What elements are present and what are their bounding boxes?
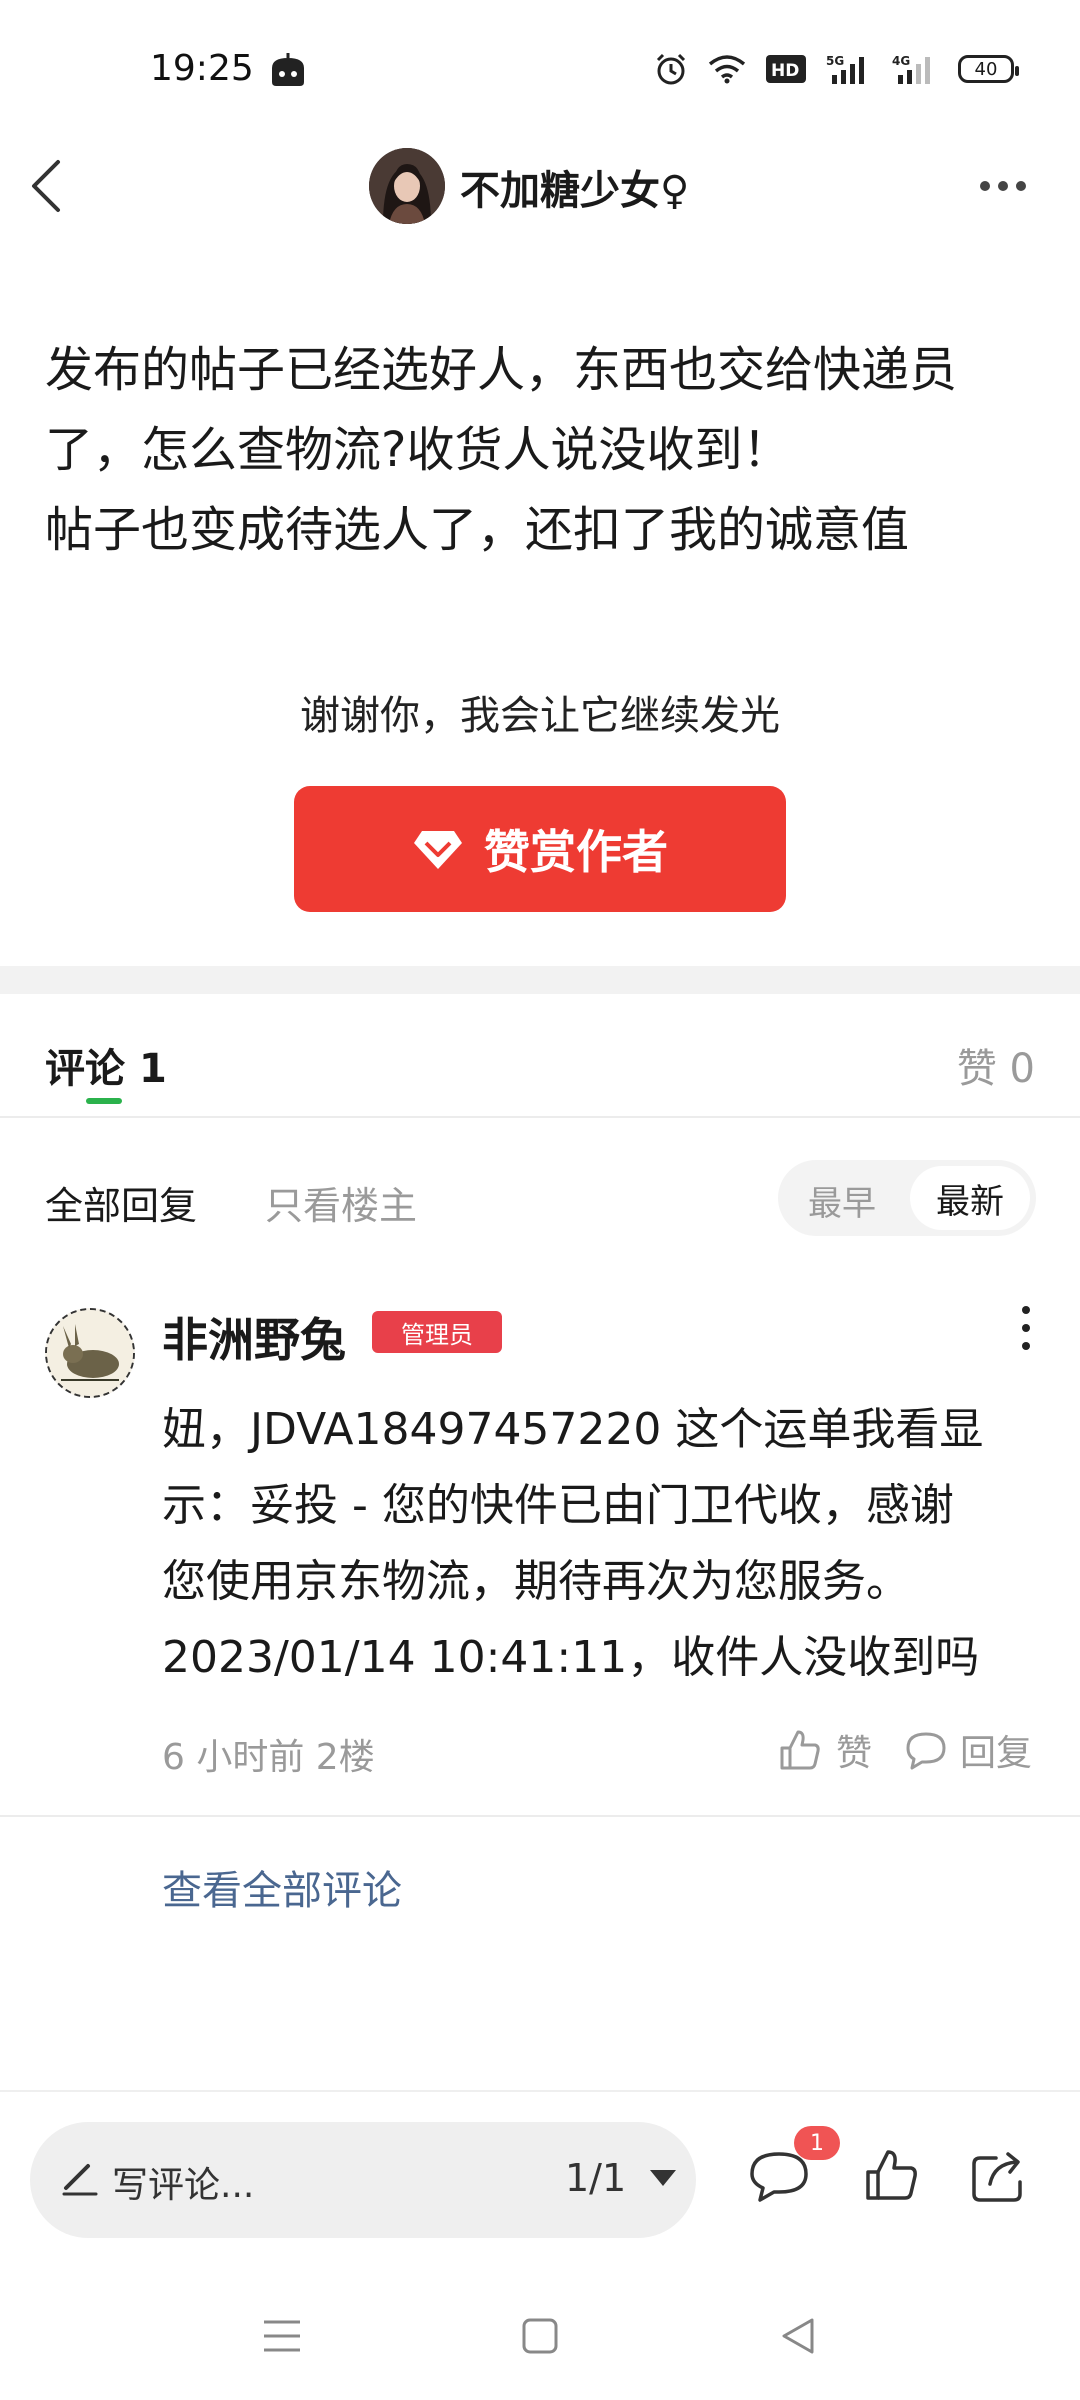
dot	[1022, 1342, 1030, 1350]
hd-icon: HD	[766, 55, 806, 83]
comment-like-button[interactable]: 赞	[778, 1724, 872, 1776]
comment-line: 您使用京东物流，期待再次为您服务。	[162, 1556, 910, 1607]
dot	[980, 181, 990, 191]
comment-meta: 6 小时前 2楼	[162, 1737, 375, 1778]
share-icon[interactable]	[970, 2148, 1028, 2204]
dot	[1022, 1306, 1030, 1314]
tab-comments[interactable]: 评论 1	[45, 1036, 167, 1094]
comment-line: 2023/01/14 10:41:11，收件人没收到吗	[162, 1632, 980, 1683]
sort-newest[interactable]: 最新	[910, 1166, 1030, 1230]
svg-text:HD: HD	[771, 61, 799, 81]
dot	[998, 181, 1008, 191]
sort-earliest[interactable]: 最早	[808, 1176, 876, 1225]
divider	[0, 1815, 1080, 1817]
thumbs-up-icon	[780, 1730, 820, 1770]
wifi-icon	[708, 55, 746, 84]
thanks-text: 谢谢你，我会让它继续发光	[300, 693, 780, 739]
post-line: 发布的帖子已经选好人，东西也交给快递员	[45, 342, 958, 398]
divider	[0, 2090, 1080, 2092]
author-avatar[interactable]	[369, 148, 445, 224]
comment-reply-label: 回复	[960, 1733, 1033, 1774]
caret-down-icon[interactable]	[650, 2170, 676, 2186]
post-line: 了，怎么查物流?收货人说没收到！	[45, 422, 791, 478]
tab-comments-label: 评论	[45, 1046, 125, 1092]
comment-line: 示：妥投 - 您的快件已由门卫代收，感谢	[162, 1480, 954, 1531]
filter-owner-only[interactable]: 只看楼主	[265, 1175, 417, 1230]
commenter-avatar[interactable]	[45, 1308, 135, 1398]
diamond-icon	[414, 831, 462, 869]
post-line: 帖子也变成待选人了，还扣了我的诚意值	[45, 502, 910, 558]
svg-text:5G: 5G	[826, 54, 844, 68]
write-comment-placeholder: 写评论...	[112, 2165, 255, 2206]
section-divider	[0, 966, 1080, 994]
status-icons: HD 5G 4G 40	[654, 52, 1019, 86]
back-button[interactable]	[20, 150, 80, 222]
more-options-button[interactable]	[980, 170, 1036, 202]
pencil-icon	[62, 2164, 98, 2196]
nav-menu-icon[interactable]	[262, 2318, 302, 2354]
comment-like-label: 赞	[836, 1733, 873, 1774]
dot	[1016, 181, 1026, 191]
tab-comments-count: 1	[138, 1046, 167, 1092]
alarm-icon	[656, 53, 686, 85]
active-tab-indicator	[86, 1098, 122, 1104]
app-robot-icon	[272, 53, 304, 86]
divider	[0, 1116, 1080, 1118]
5g-signal-icon: 5G	[826, 54, 864, 84]
author-name[interactable]: 不加糖少女♀	[460, 158, 689, 216]
nav-back-icon[interactable]	[780, 2316, 816, 2356]
status-time: 19:25	[150, 48, 254, 89]
tab-likes[interactable]: 赞 0	[957, 1036, 1035, 1094]
page-indicator[interactable]: 1/1	[565, 2156, 626, 2200]
view-all-comments-link[interactable]: 查看全部评论	[162, 1858, 402, 1916]
commenter-name[interactable]: 非洲野兔	[162, 1304, 346, 1370]
battery-icon: 40	[958, 55, 1019, 83]
reward-author-button[interactable]: 赞赏作者	[294, 786, 786, 912]
comment-reply-button[interactable]: 回复	[904, 1724, 1032, 1776]
svg-text:4G: 4G	[892, 54, 910, 68]
like-icon[interactable]	[864, 2148, 920, 2204]
post-content: 发布的帖子已经选好人，东西也交给快递员 了，怎么查物流?收货人说没收到！ 帖子也…	[45, 330, 1045, 570]
comment-line: 妞，JDVA18497457220 这个运单我看显	[162, 1404, 984, 1455]
4g-signal-icon: 4G	[892, 54, 930, 84]
filter-all-replies[interactable]: 全部回复	[45, 1175, 197, 1230]
chat-bubble-icon	[906, 1732, 946, 1770]
comment-count-badge: 1	[794, 2126, 840, 2160]
nav-home-icon[interactable]	[522, 2318, 558, 2354]
reward-label: 赞赏作者	[484, 825, 668, 879]
comment-more-button[interactable]	[1020, 1306, 1032, 1350]
dot	[1022, 1324, 1030, 1332]
admin-badge: 管理员	[372, 1311, 502, 1353]
comment-text: 妞，JDVA18497457220 这个运单我看显 示：妥投 - 您的快件已由门…	[162, 1392, 1042, 1696]
